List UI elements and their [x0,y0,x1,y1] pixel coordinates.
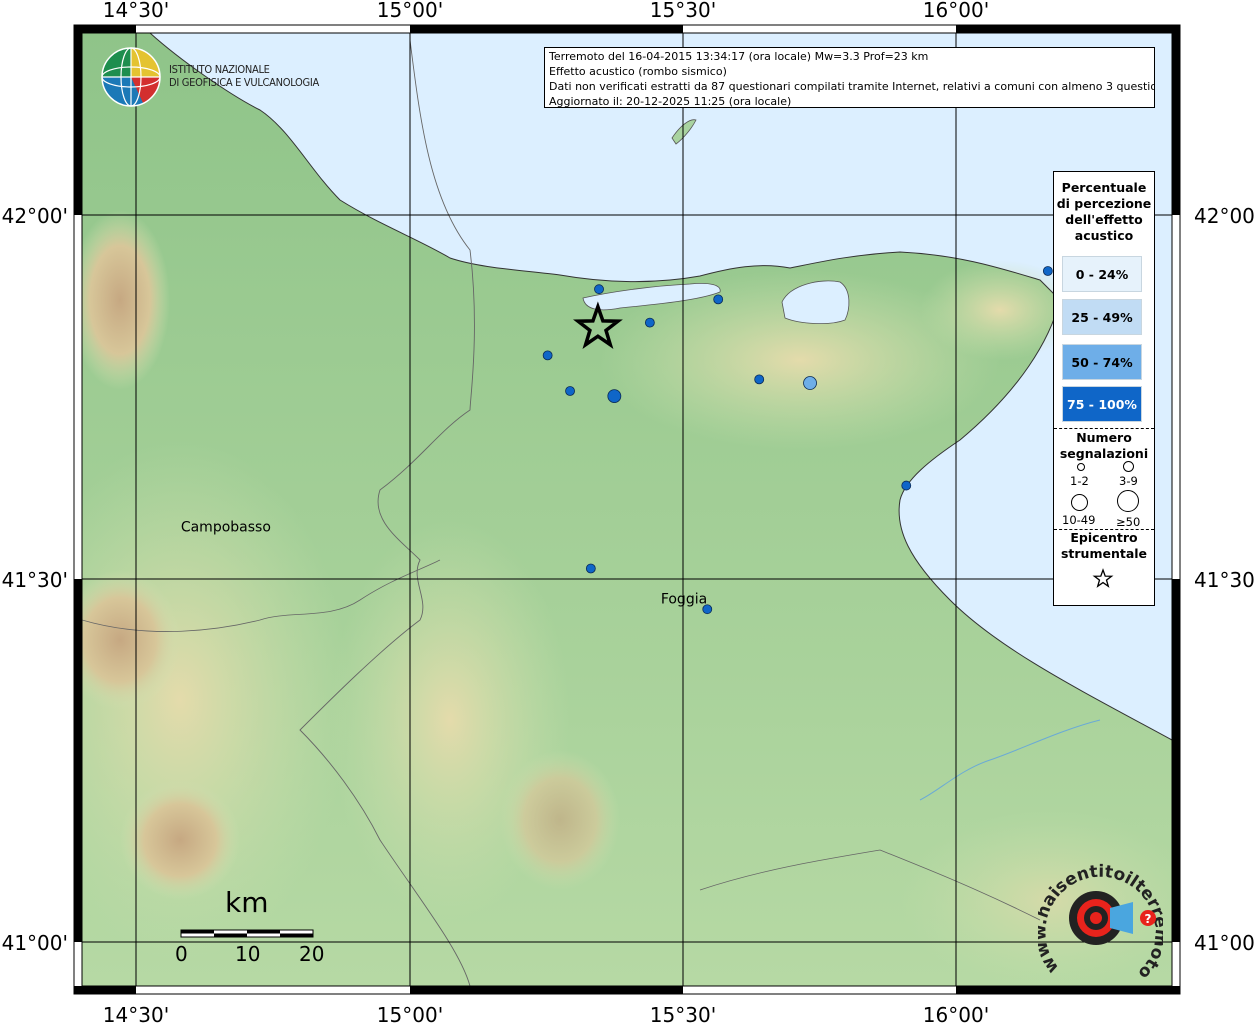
hst-logo: www.haisentitoilterremoto.it ? [1038,860,1163,983]
legend-star-icon [1092,568,1114,588]
legend-count-1: 1-2 [1070,474,1089,488]
relief-daunia-peak [500,750,620,890]
legend: Percentuale di percezione dell'effetto a… [1053,171,1155,606]
ingv-logo-icon [101,47,161,107]
event-info-box: Terremoto del 16-04-2015 13:34:17 (ora l… [544,47,1155,108]
observation-point[interactable] [702,604,713,615]
observation-point[interactable] [803,376,817,390]
lat-label-left-2: 41°30' [2,568,68,592]
legend-epicenter-title: Epicentro strumentale [1060,530,1148,561]
lon-label-bottom-1: 14°30' [103,1003,169,1024]
logo-line-2: DI GEOFISICA E VULCANOLOGIA [169,76,319,89]
info-line-4: Aggiornato il: 20-12-2025 11:25 (ora loc… [549,95,792,108]
lon-label-top-3: 15°30' [650,0,716,22]
observation-point[interactable] [1042,266,1053,276]
legend-count-4: ≥50 [1116,515,1141,529]
svg-text:?: ? [1145,912,1152,926]
relief-north [82,210,170,390]
lon-label-bottom-2: 15°00' [377,1003,443,1024]
legend-class-0: 0 - 24% [1062,256,1142,292]
legend-count-title: Numero segnalazioni [1059,430,1149,461]
scale-label-0: 0 [175,942,188,966]
city-label: Foggia [661,591,707,607]
observation-point[interactable] [713,294,724,305]
observation-point[interactable] [594,284,604,295]
scale-label-10: 10 [235,942,261,966]
info-line-1: Terremoto del 16-04-2015 13:34:17 (ora l… [549,50,929,63]
legend-circle-medium-icon [1123,461,1134,472]
scale-bar [180,929,314,938]
observation-point[interactable] [565,386,575,396]
legend-count-3: 10-49 [1062,513,1096,527]
legend-circle-small-icon [1077,463,1085,471]
lat-label-left-1: 42°00' [2,204,68,228]
observation-point[interactable] [542,350,553,361]
observation-point[interactable] [585,563,596,574]
relief-south [120,780,240,900]
legend-count-2: 3-9 [1119,474,1138,488]
lon-label-bottom-4: 16°00' [923,1003,989,1024]
observation-point[interactable] [607,389,622,404]
lon-label-top-1: 14°30' [103,0,169,22]
lat-label-right-1: 42°00' [1194,204,1256,228]
legend-circle-large-icon [1071,494,1088,511]
info-line-3: Dati non verificati estratti da 87 quest… [549,80,1155,93]
observation-point[interactable] [754,374,765,385]
terrain-layer [82,33,1172,986]
lon-label-top-4: 16°00' [923,0,989,22]
legend-class-2: 50 - 74% [1062,344,1142,380]
legend-circle-xlarge-icon [1117,490,1139,512]
lon-label-bottom-3: 15°30' [650,1003,716,1024]
legend-class-1: 25 - 49% [1062,299,1142,335]
logo-line-1: ISTITUTO NAZIONALE [169,63,270,76]
observation-point[interactable] [644,317,655,328]
ingv-logo-text: ISTITUTO NAZIONALE DI GEOFISICA E VULCAN… [169,63,319,89]
legend-class-3: 75 - 100% [1062,386,1142,422]
lat-label-right-3: 41°00' [1194,931,1256,955]
city-label: Campobasso [181,519,271,535]
info-line-2: Effetto acustico (rombo sismico) [549,65,727,78]
legend-title: Percentuale di percezione dell'effetto a… [1056,180,1152,243]
legend-separator-1 [1054,428,1154,429]
lat-label-left-3: 41°00' [2,931,68,955]
lat-label-right-2: 41°30' [1194,568,1256,592]
scale-title: km [225,886,269,919]
scale-label-20: 20 [299,942,325,966]
lon-label-top-2: 15°00' [377,0,443,22]
observation-point[interactable] [901,480,912,491]
